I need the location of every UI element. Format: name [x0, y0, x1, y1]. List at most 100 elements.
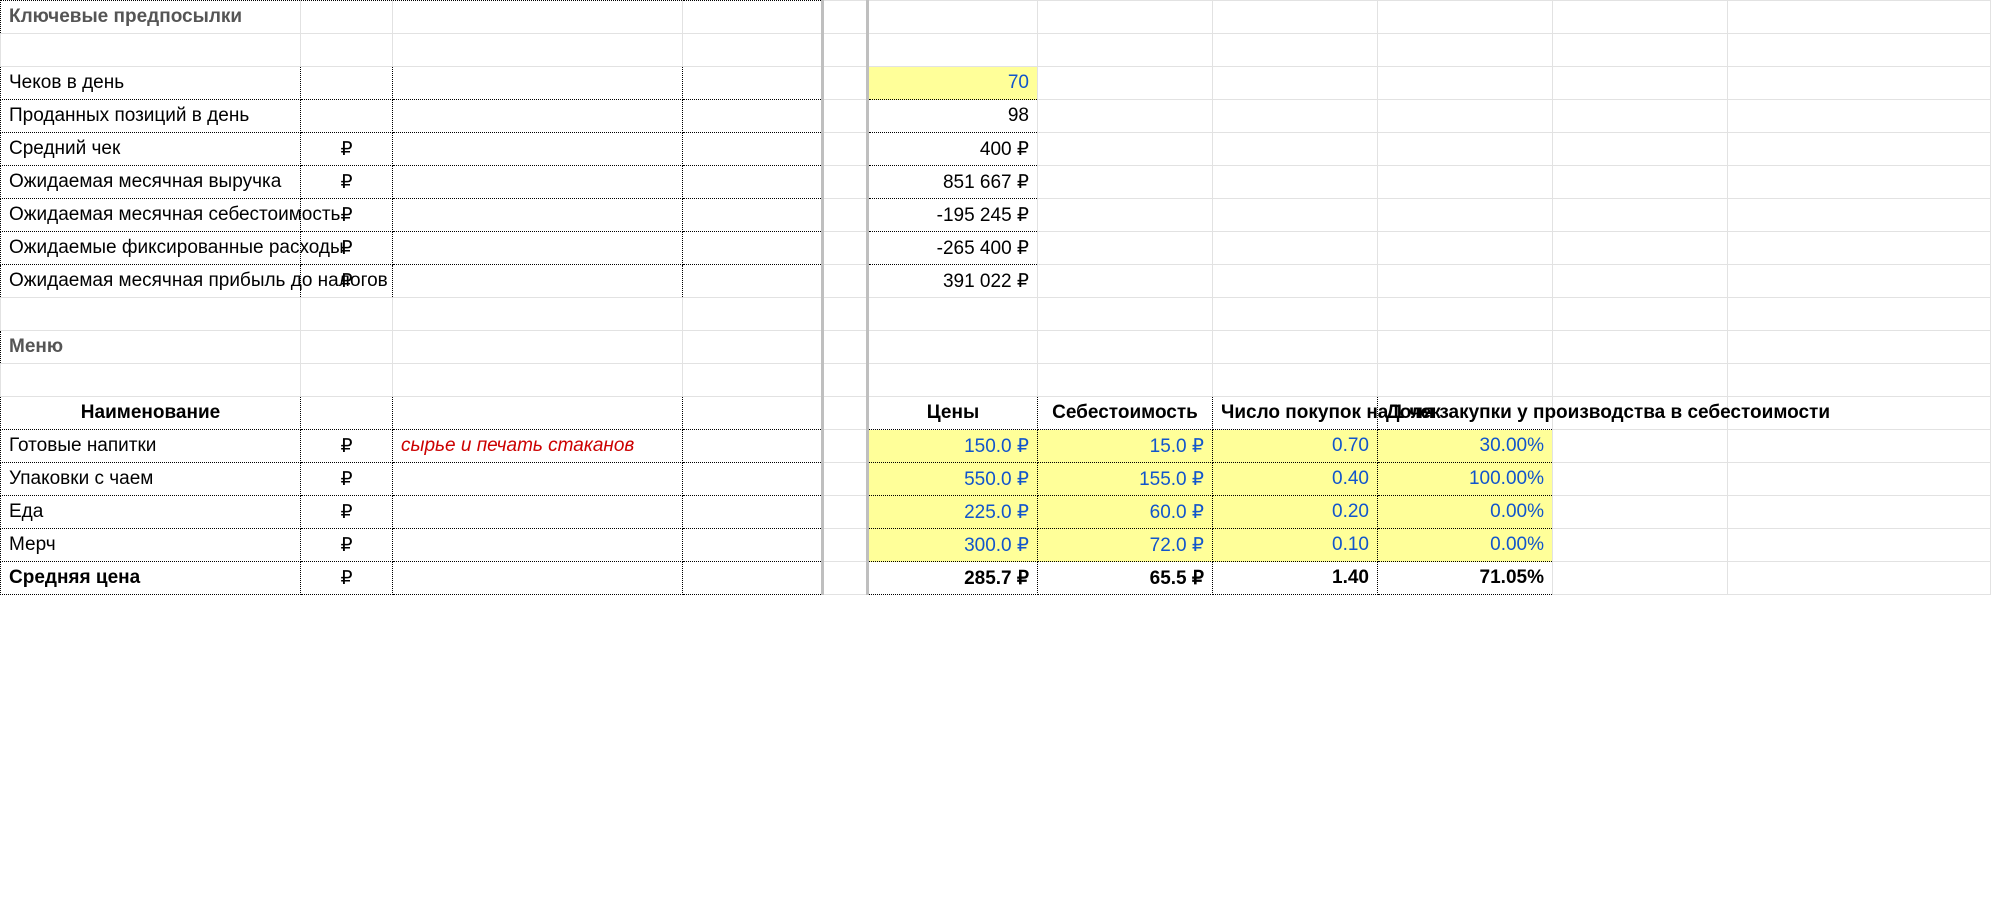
cell[interactable] [1728, 34, 1991, 67]
cell[interactable] [301, 364, 393, 397]
menu-total-cost[interactable]: 65.5 ₽ [1038, 562, 1213, 595]
menu-header-cost[interactable]: Себестоимость [1038, 397, 1213, 430]
cell[interactable] [1728, 463, 1991, 496]
unit-cell[interactable]: ₽ [301, 430, 393, 463]
cell[interactable] [393, 562, 683, 595]
cell[interactable] [1553, 562, 1728, 595]
cell[interactable] [1213, 34, 1378, 67]
menu-item-cost[interactable]: 72.0 ₽ [1038, 529, 1213, 562]
label-items-per-day[interactable]: Проданных позиций в день [1, 100, 301, 133]
menu-total-price[interactable]: 285.7 ₽ [868, 562, 1038, 595]
cell[interactable] [1378, 265, 1553, 298]
cell[interactable] [683, 364, 823, 397]
cell[interactable] [1728, 529, 1991, 562]
cell[interactable] [1038, 166, 1213, 199]
cell[interactable] [1213, 100, 1378, 133]
menu-item-note[interactable] [393, 529, 683, 562]
label-avg-check[interactable]: Средний чек [1, 133, 301, 166]
cell[interactable] [683, 199, 823, 232]
cell[interactable] [1728, 232, 1991, 265]
cell[interactable] [1038, 100, 1213, 133]
cell[interactable] [1553, 67, 1728, 100]
cell[interactable] [1553, 496, 1728, 529]
cell[interactable] [1728, 364, 1991, 397]
cell[interactable] [1553, 463, 1728, 496]
cell[interactable] [1553, 166, 1728, 199]
value-profit[interactable]: 391 022 ₽ [868, 265, 1038, 298]
cell[interactable] [393, 100, 683, 133]
cell[interactable] [1728, 265, 1991, 298]
cell[interactable] [301, 34, 393, 67]
menu-total-prod-share[interactable]: 71.05% [1378, 562, 1553, 595]
cell[interactable] [1213, 199, 1378, 232]
cell[interactable] [683, 67, 823, 100]
unit-cell[interactable]: ₽ [301, 166, 393, 199]
cell[interactable] [1553, 364, 1728, 397]
cell[interactable] [1038, 364, 1213, 397]
cell[interactable] [393, 364, 683, 397]
cell[interactable] [683, 166, 823, 199]
menu-item-prod-share[interactable]: 0.00% [1378, 529, 1553, 562]
cell[interactable] [1378, 331, 1553, 364]
cell[interactable] [1038, 265, 1213, 298]
cell[interactable] [393, 331, 683, 364]
cell[interactable] [1728, 133, 1991, 166]
menu-item-name[interactable]: Готовые напитки [1, 430, 301, 463]
cell[interactable] [393, 166, 683, 199]
cell[interactable] [1038, 133, 1213, 166]
cell[interactable] [1378, 199, 1553, 232]
cell[interactable] [1378, 67, 1553, 100]
cell[interactable] [1728, 298, 1991, 331]
label-monthly-cogs[interactable]: Ожидаемая месячная себестоимость [1, 199, 301, 232]
menu-item-note[interactable] [393, 463, 683, 496]
value-avg-check[interactable]: 400 ₽ [868, 133, 1038, 166]
cell[interactable] [1038, 34, 1213, 67]
menu-item-prod-share[interactable]: 30.00% [1378, 430, 1553, 463]
menu-item-price[interactable]: 550.0 ₽ [868, 463, 1038, 496]
value-fixed-costs[interactable]: -265 400 ₽ [868, 232, 1038, 265]
unit-cell[interactable]: ₽ [301, 496, 393, 529]
cell[interactable] [1728, 331, 1991, 364]
cell[interactable] [1553, 34, 1728, 67]
cell[interactable] [301, 1, 393, 34]
cell[interactable] [1, 34, 301, 67]
cell[interactable] [1728, 496, 1991, 529]
label-monthly-revenue[interactable]: Ожидаемая месячная выручка [1, 166, 301, 199]
cell[interactable] [1553, 331, 1728, 364]
cell[interactable] [1213, 298, 1378, 331]
cell[interactable] [868, 364, 1038, 397]
cell[interactable] [1, 298, 301, 331]
cell[interactable] [301, 397, 393, 430]
cell[interactable] [683, 34, 823, 67]
cell[interactable] [1378, 298, 1553, 331]
cell[interactable] [1038, 331, 1213, 364]
cell[interactable] [301, 331, 393, 364]
cell[interactable] [1213, 133, 1378, 166]
unit-cell[interactable]: ₽ [301, 562, 393, 595]
cell[interactable] [683, 265, 823, 298]
cell[interactable] [1728, 1, 1991, 34]
cell[interactable] [393, 265, 683, 298]
label-profit[interactable]: Ожидаемая месячная прибыль до налогов [1, 265, 301, 298]
cell[interactable] [1038, 1, 1213, 34]
menu-header-prod-share[interactable]: Доля закупки у производства в себестоимо… [1378, 397, 1553, 430]
cell[interactable] [683, 463, 823, 496]
menu-total-per-check[interactable]: 1.40 [1213, 562, 1378, 595]
cell[interactable] [868, 298, 1038, 331]
unit-cell[interactable]: ₽ [301, 463, 393, 496]
cell[interactable] [1553, 529, 1728, 562]
menu-header-per-check[interactable]: Число покупок на 1 чек [1213, 397, 1378, 430]
menu-item-note[interactable]: сырье и печать стаканов [393, 430, 683, 463]
cell[interactable] [683, 496, 823, 529]
cell[interactable] [683, 133, 823, 166]
cell[interactable] [683, 331, 823, 364]
cell[interactable] [393, 34, 683, 67]
cell[interactable] [1213, 331, 1378, 364]
cell[interactable] [868, 1, 1038, 34]
cell[interactable] [393, 397, 683, 430]
cell[interactable] [683, 562, 823, 595]
cell[interactable] [683, 397, 823, 430]
menu-item-name[interactable]: Упаковки с чаем [1, 463, 301, 496]
menu-item-per-check[interactable]: 0.70 [1213, 430, 1378, 463]
cell[interactable] [1728, 166, 1991, 199]
